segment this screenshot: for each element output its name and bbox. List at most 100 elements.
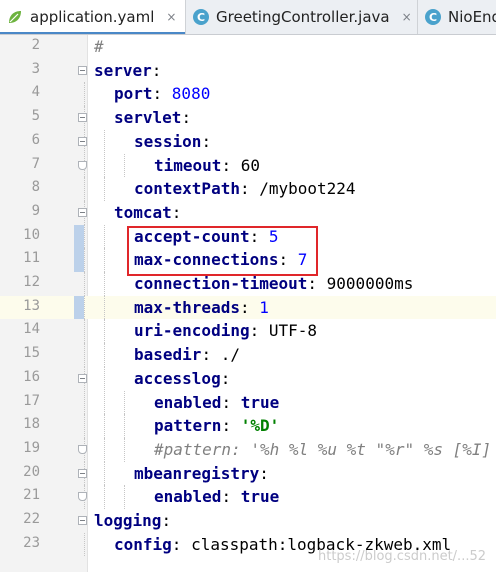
line-number: 17 [23,392,40,409]
fold-end-icon[interactable] [78,444,87,454]
fold-collapse-icon[interactable] [78,373,87,383]
fold-collapse-icon[interactable] [78,113,87,123]
code-line[interactable]: 17 enabled: true [0,390,496,415]
code-text: contextPath: /myboot224 [134,177,356,201]
code-text: basedir: ./ [134,343,240,367]
code-line[interactable]: 5 servlet: [0,106,496,130]
line-number: 14 [23,321,40,338]
java-class-icon: C [424,8,442,26]
indent-guide [104,177,105,201]
indent-guide [104,224,105,249]
tab-label: application.yaml [30,8,155,26]
fold-end-icon[interactable] [78,160,87,170]
code-line[interactable]: 14 uri-encoding: UTF-8 [0,319,496,344]
yaml-key: timeout [154,155,222,175]
fold-end-icon[interactable] [78,492,87,502]
code-text: uri-encoding: UTF-8 [134,319,317,343]
line-number: 19 [23,439,40,456]
indent-guide [104,461,105,486]
yaml-comment: # [94,37,104,56]
tab-greeting-controller[interactable]: C GreetingController.java × [186,0,418,34]
code-line[interactable]: 22 logging: [0,509,496,533]
line-number: 21 [23,487,40,504]
indent-guide [104,437,105,462]
fold-collapse-icon[interactable] [78,136,87,146]
code-line[interactable]: 4 port: 8080 [0,82,496,107]
code-line[interactable]: 15 basedir: ./ [0,343,496,367]
yaml-separator: : [307,274,327,293]
line-number: 12 [23,274,40,290]
line-number: 7 [31,155,40,172]
code-line[interactable]: 6 session: [0,129,496,154]
code-line[interactable]: 19 #pattern: '%h %l %u %t "%r" %s [%I] [0,437,496,462]
line-number: 8 [31,179,40,196]
yaml-key: enabled [154,392,222,412]
code-text: #pattern: '%h %l %u %t "%r" %s [%I] [154,438,491,462]
line-number: 22 [23,511,40,527]
vcs-change-marker[interactable] [74,224,84,272]
indent-guide [124,414,125,438]
code-line[interactable]: 2 # [0,35,496,59]
line-number: 15 [23,345,40,362]
code-line[interactable]: 16 accesslog: [0,366,496,391]
line-number: 11 [23,250,40,267]
code-line[interactable]: 7 timeout: 60 [0,153,496,178]
indent-guide [104,295,105,320]
yaml-separator: : [221,155,241,175]
yaml-key: server [94,60,152,80]
line-number: 10 [23,226,40,243]
code-line[interactable]: 21 enabled: true [0,485,496,509]
code-text: session: [134,130,211,154]
yaml-separator: : [201,131,212,151]
code-text: logging: [94,509,171,533]
yaml-separator: : [171,534,192,554]
close-icon[interactable]: × [402,10,412,24]
indent-guide [104,343,105,367]
tab-label: NioEnd [448,8,496,26]
yaml-separator: : [151,60,162,80]
tab-application-yaml[interactable]: application.yaml × [0,0,186,34]
indent-guide [84,224,85,249]
indent-guide [84,248,85,272]
indent-guide [104,366,105,391]
code-line[interactable]: 18 pattern: '%D' [0,414,496,438]
yaml-separator: : [221,487,241,507]
indent-guide [124,153,125,178]
code-line[interactable]: 3 server: [0,59,496,83]
yaml-boolean-value: true [240,392,280,412]
indent-guide [104,153,105,178]
tab-label: GreetingController.java [216,8,390,26]
fold-collapse-icon[interactable] [78,65,87,75]
yaml-comment: #pattern: '%h %l %u %t "%r" %s [%I] [154,439,492,459]
code-line[interactable]: 9 tomcat: [0,200,496,225]
line-number: 3 [31,60,40,77]
fold-collapse-icon[interactable] [78,468,87,478]
highlight-annotation-box [127,226,318,276]
indent-guide [84,532,85,557]
fold-collapse-icon[interactable] [78,516,87,525]
indent-guide [104,390,105,415]
java-class-icon: C [192,8,210,26]
yaml-value: ./ [220,345,240,365]
indent-guide [84,390,85,415]
code-text: server: [94,59,161,83]
yaml-key: session [134,131,202,151]
indent-guide [84,319,85,344]
code-text: max-threads: 1 [134,296,269,320]
yaml-key: config [114,534,172,554]
code-text: accesslog: [134,367,230,391]
code-text: servlet: [114,106,191,130]
yaml-key: servlet [114,108,182,128]
line-number: 2 [31,37,40,53]
yaml-key: tomcat [114,202,172,222]
yaml-value: /myboot224 [259,179,356,199]
indent-guide [84,343,85,367]
code-line[interactable]: 8 contextPath: /myboot224 [0,177,496,201]
fold-collapse-icon[interactable] [78,207,87,217]
indent-guide [104,129,105,154]
vcs-change-marker[interactable] [74,295,84,320]
yaml-separator: : [220,368,231,388]
code-line[interactable]: 20 mbeanregistry: [0,461,496,486]
tab-nio-end[interactable]: C NioEnd [418,0,496,34]
close-icon[interactable]: × [166,10,176,24]
